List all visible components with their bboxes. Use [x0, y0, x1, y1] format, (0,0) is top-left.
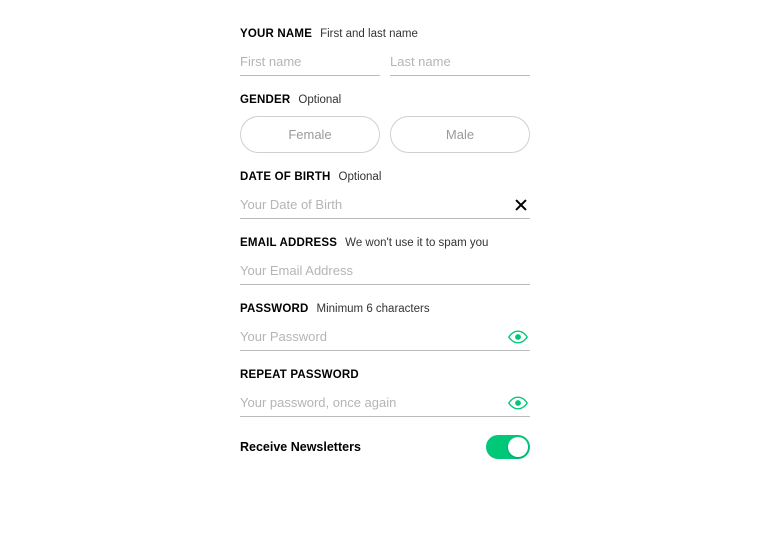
repeat-password-input[interactable] [240, 389, 530, 417]
email-input[interactable] [240, 257, 530, 285]
repeat-password-field-group: REPEAT PASSWORD [240, 369, 530, 417]
first-name-input[interactable] [240, 48, 380, 76]
dob-field-group: DATE OF BIRTH Optional [240, 171, 530, 219]
repeat-password-input-row [240, 389, 530, 417]
email-label-row: EMAIL ADDRESS We won't use it to spam yo… [240, 237, 530, 249]
gender-label-row: GENDER Optional [240, 94, 530, 106]
gender-label: GENDER [240, 94, 290, 106]
name-field-group: YOUR NAME First and last name [240, 28, 530, 76]
gender-options-row: Female Male [240, 116, 530, 153]
gender-female-button[interactable]: Female [240, 116, 380, 153]
dob-label: DATE OF BIRTH [240, 171, 331, 183]
dob-hint: Optional [339, 171, 382, 183]
clear-icon[interactable] [514, 198, 528, 212]
gender-male-button[interactable]: Male [390, 116, 530, 153]
x-icon [514, 198, 528, 212]
gender-hint: Optional [298, 94, 341, 106]
last-name-input[interactable] [390, 48, 530, 76]
password-label: PASSWORD [240, 303, 308, 315]
password-hint: Minimum 6 characters [316, 303, 429, 315]
eye-icon [508, 396, 528, 410]
password-field-group: PASSWORD Minimum 6 characters [240, 303, 530, 351]
newsletter-label: Receive Newsletters [240, 440, 361, 454]
password-input-row [240, 323, 530, 351]
dob-input-row [240, 191, 530, 219]
name-label-row: YOUR NAME First and last name [240, 28, 530, 40]
repeat-password-label: REPEAT PASSWORD [240, 369, 359, 381]
password-label-row: PASSWORD Minimum 6 characters [240, 303, 530, 315]
gender-field-group: GENDER Optional Female Male [240, 94, 530, 153]
toggle-knob [508, 437, 528, 457]
repeat-password-label-row: REPEAT PASSWORD [240, 369, 530, 381]
dob-label-row: DATE OF BIRTH Optional [240, 171, 530, 183]
email-hint: We won't use it to spam you [345, 237, 488, 249]
show-repeat-password-icon[interactable] [508, 396, 528, 410]
signup-form: YOUR NAME First and last name GENDER Opt… [240, 28, 530, 550]
show-password-icon[interactable] [508, 330, 528, 344]
dob-input[interactable] [240, 191, 530, 219]
email-field-group: EMAIL ADDRESS We won't use it to spam yo… [240, 237, 530, 285]
name-label: YOUR NAME [240, 28, 312, 40]
name-hint: First and last name [320, 28, 418, 40]
newsletter-toggle[interactable] [486, 435, 530, 459]
newsletter-row: Receive Newsletters [240, 435, 530, 459]
name-inputs-row [240, 48, 530, 76]
email-label: EMAIL ADDRESS [240, 237, 337, 249]
eye-icon [508, 330, 528, 344]
password-input[interactable] [240, 323, 530, 351]
